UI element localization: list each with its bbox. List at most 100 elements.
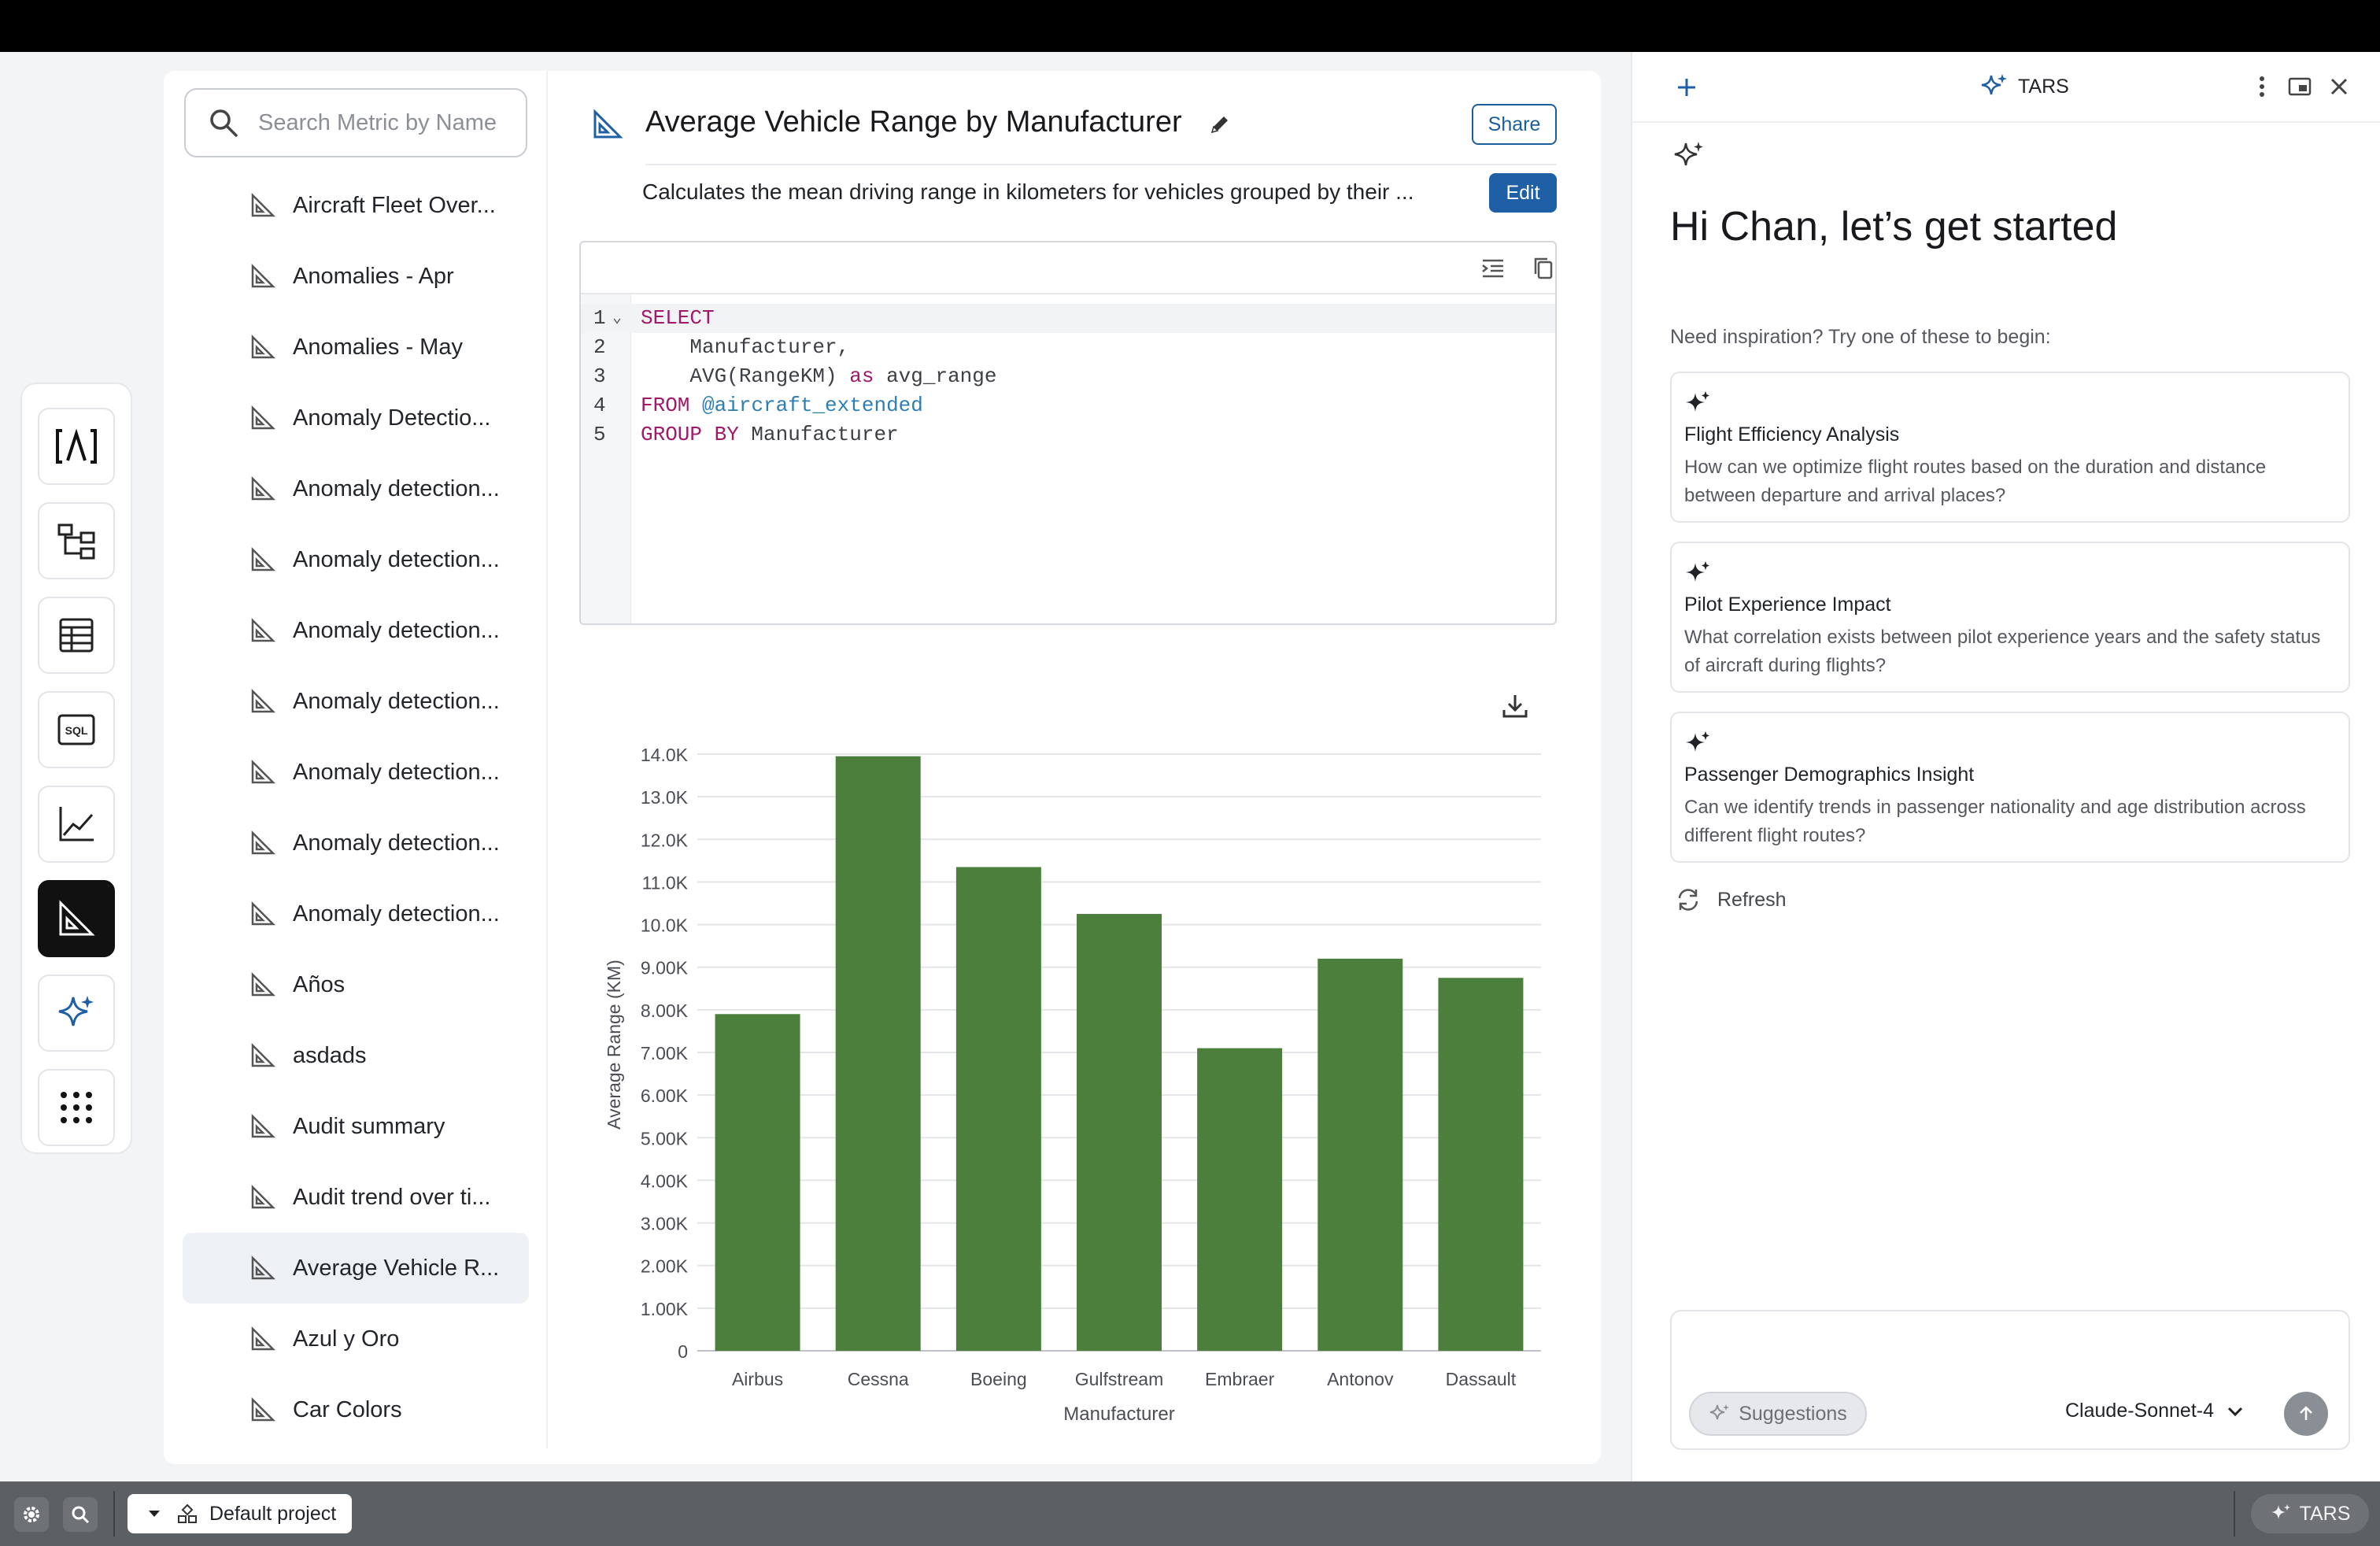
metric-list-item[interactable]: Audit trend over ti...: [183, 1162, 529, 1233]
sparkle-icon: [1686, 561, 1709, 582]
rail-ai-button[interactable]: [38, 975, 115, 1052]
chat-input[interactable]: [1687, 1324, 2333, 1379]
metric-ruler-icon: [251, 192, 276, 217]
code-text: Manufacturer,: [641, 333, 849, 362]
metric-list-item[interactable]: Average Vehicle R...: [183, 1233, 529, 1304]
metric-list-item[interactable]: Anomaly detection...: [183, 878, 529, 949]
metric-list-item[interactable]: Anomaly detection...: [183, 524, 529, 595]
metric-list-label: Audit trend over ti...: [293, 1184, 491, 1210]
editor-toolbar: [581, 242, 1555, 294]
rail-lineage-button[interactable]: [38, 502, 115, 579]
suggestion-card[interactable]: Pilot Experience Impact What correlation …: [1670, 542, 2350, 693]
pencil-icon[interactable]: [1207, 112, 1232, 137]
suggestions-button[interactable]: Suggestions: [1689, 1392, 1867, 1436]
y-tick-label: 3.00K: [641, 1214, 689, 1234]
rail-home-button[interactable]: [38, 408, 115, 485]
x-tick-label: Boeing: [970, 1369, 1027, 1389]
code-token: SELECT: [641, 306, 715, 330]
metric-list-item[interactable]: Anomaly Detectio...: [183, 383, 529, 453]
project-icon: [178, 1503, 197, 1523]
rail-metrics-button[interactable]: [38, 880, 115, 957]
code-token: GROUP BY: [641, 423, 739, 446]
caret-down-icon: [149, 1511, 160, 1517]
search-box[interactable]: [184, 88, 527, 157]
code-token: AVG(RangeKM): [641, 364, 850, 388]
format-icon[interactable]: [1480, 255, 1506, 282]
search-input[interactable]: [258, 109, 510, 136]
tars-button[interactable]: TARS: [2251, 1494, 2369, 1533]
project-name: Default project: [209, 1502, 337, 1525]
metric-list-label: Anomalies - May: [293, 334, 463, 360]
rail-tables-button[interactable]: [38, 597, 115, 674]
metric-list-panel: Aircraft Fleet Over... Anomalies - Apr Ano…: [164, 71, 546, 1464]
close-icon[interactable]: [2325, 72, 2353, 101]
project-selector[interactable]: Default project: [128, 1494, 353, 1533]
metric-ruler-icon: [251, 1255, 276, 1280]
code-line: 3 AVG(RangeKM) as avg_range: [581, 362, 1555, 391]
expand-icon[interactable]: [2286, 72, 2314, 101]
metric-ruler-icon: [251, 830, 276, 855]
status-bar: Default project TARS: [0, 1481, 2380, 1546]
suggestion-card[interactable]: Flight Efficiency Analysis How can we opt…: [1670, 372, 2350, 523]
tars-label: TARS: [2299, 1502, 2351, 1525]
metric-list-item[interactable]: Aircraft Fleet Over...: [183, 170, 529, 241]
x-tick-label: Airbus: [732, 1369, 783, 1389]
metric-list-item[interactable]: Car Colors: [183, 1374, 529, 1445]
suggestion-body: Can we identify trends in passenger nati…: [1684, 797, 2306, 846]
metric-list-label: Car Colors: [293, 1396, 402, 1422]
copy-icon[interactable]: [1530, 255, 1557, 282]
metric-list-item[interactable]: asdads: [183, 1020, 529, 1091]
metric-list-label: Anomaly detection...: [293, 759, 500, 785]
svg-text:SQL: SQL: [65, 724, 88, 737]
metric-list-item[interactable]: Anomalies - Apr: [183, 241, 529, 312]
metric-list-item[interactable]: Anomaly detection...: [183, 595, 529, 666]
refresh-button[interactable]: Refresh: [1675, 886, 1787, 913]
divider: [2234, 1491, 2235, 1537]
metric-list-item[interactable]: Audit summary: [183, 1091, 529, 1162]
y-tick-label: 1.00K: [641, 1299, 689, 1319]
rail-apps-button[interactable]: [38, 1069, 115, 1146]
metric-list-item[interactable]: Anomaly detection...: [183, 666, 529, 737]
metric-ruler-icon: [251, 688, 276, 713]
arrow-up-icon: [2300, 1406, 2312, 1420]
suggestions-label: Suggestions: [1739, 1402, 1847, 1425]
metric-list-item[interactable]: Anomaly detection...: [183, 453, 529, 524]
code-token: Manufacturer,: [641, 335, 850, 359]
plus-icon[interactable]: [1673, 74, 1700, 101]
metric-list-label: Anomaly Detectio...: [293, 405, 491, 431]
metric-ruler-icon: [251, 405, 276, 430]
rail-charts-button[interactable]: [38, 786, 115, 863]
fold-chevron-icon[interactable]: ⌄: [612, 304, 622, 333]
share-button[interactable]: Share: [1472, 104, 1557, 145]
y-tick-label: 0: [678, 1341, 688, 1362]
send-button[interactable]: [2284, 1392, 2328, 1436]
panel-header: TARS: [1632, 52, 2380, 123]
bar: [715, 1014, 800, 1351]
metric-list-item[interactable]: Años: [183, 949, 529, 1020]
metric-ruler-icon: [251, 1184, 276, 1209]
chart-card: 0 1.00K 2.00K 3.00K 4.00K 5.00K 6.00K 7.00K 8.00…: [579, 663, 1557, 1429]
metric-list-label: Audit summary: [293, 1113, 445, 1139]
divider: [645, 164, 1557, 165]
metric-list-item[interactable]: Anomaly detection...: [183, 737, 529, 808]
metric-list-item[interactable]: Anomaly detection...: [183, 808, 529, 878]
sql-editor[interactable]: 1 ⌄ SELECT 2 Manufacturer, 3 AVG(RangeKM) as…: [579, 241, 1557, 625]
status-search-button[interactable]: [63, 1497, 98, 1532]
edit-button[interactable]: Edit: [1489, 173, 1557, 213]
model-select[interactable]: Claude-Sonnet-4: [2065, 1400, 2245, 1422]
metric-list-label: Average Vehicle R...: [293, 1255, 500, 1281]
metric-list-item[interactable]: Anomalies - May: [183, 312, 529, 383]
bar-chart: 0 1.00K 2.00K 3.00K 4.00K 5.00K 6.00K 7.00K 8.00…: [604, 745, 1541, 1425]
sparkle-icon: [1674, 142, 1703, 166]
code-text: GROUP BY Manufacturer: [641, 420, 899, 449]
settings-button[interactable]: [14, 1497, 49, 1532]
code-token: FROM: [641, 394, 690, 417]
table-icon: [59, 618, 94, 653]
more-vertical-icon[interactable]: [2248, 72, 2276, 101]
metric-list-item[interactable]: Azul y Oro: [183, 1304, 529, 1374]
code-text: AVG(RangeKM) as avg_range: [641, 362, 996, 391]
rail-sql-button[interactable]: SQL: [38, 691, 115, 768]
suggestion-card[interactable]: Passenger Demographics Insight Can we ide…: [1670, 712, 2350, 863]
y-tick-label: 10.0K: [641, 915, 689, 936]
x-tick-label: Cessna: [848, 1369, 909, 1389]
